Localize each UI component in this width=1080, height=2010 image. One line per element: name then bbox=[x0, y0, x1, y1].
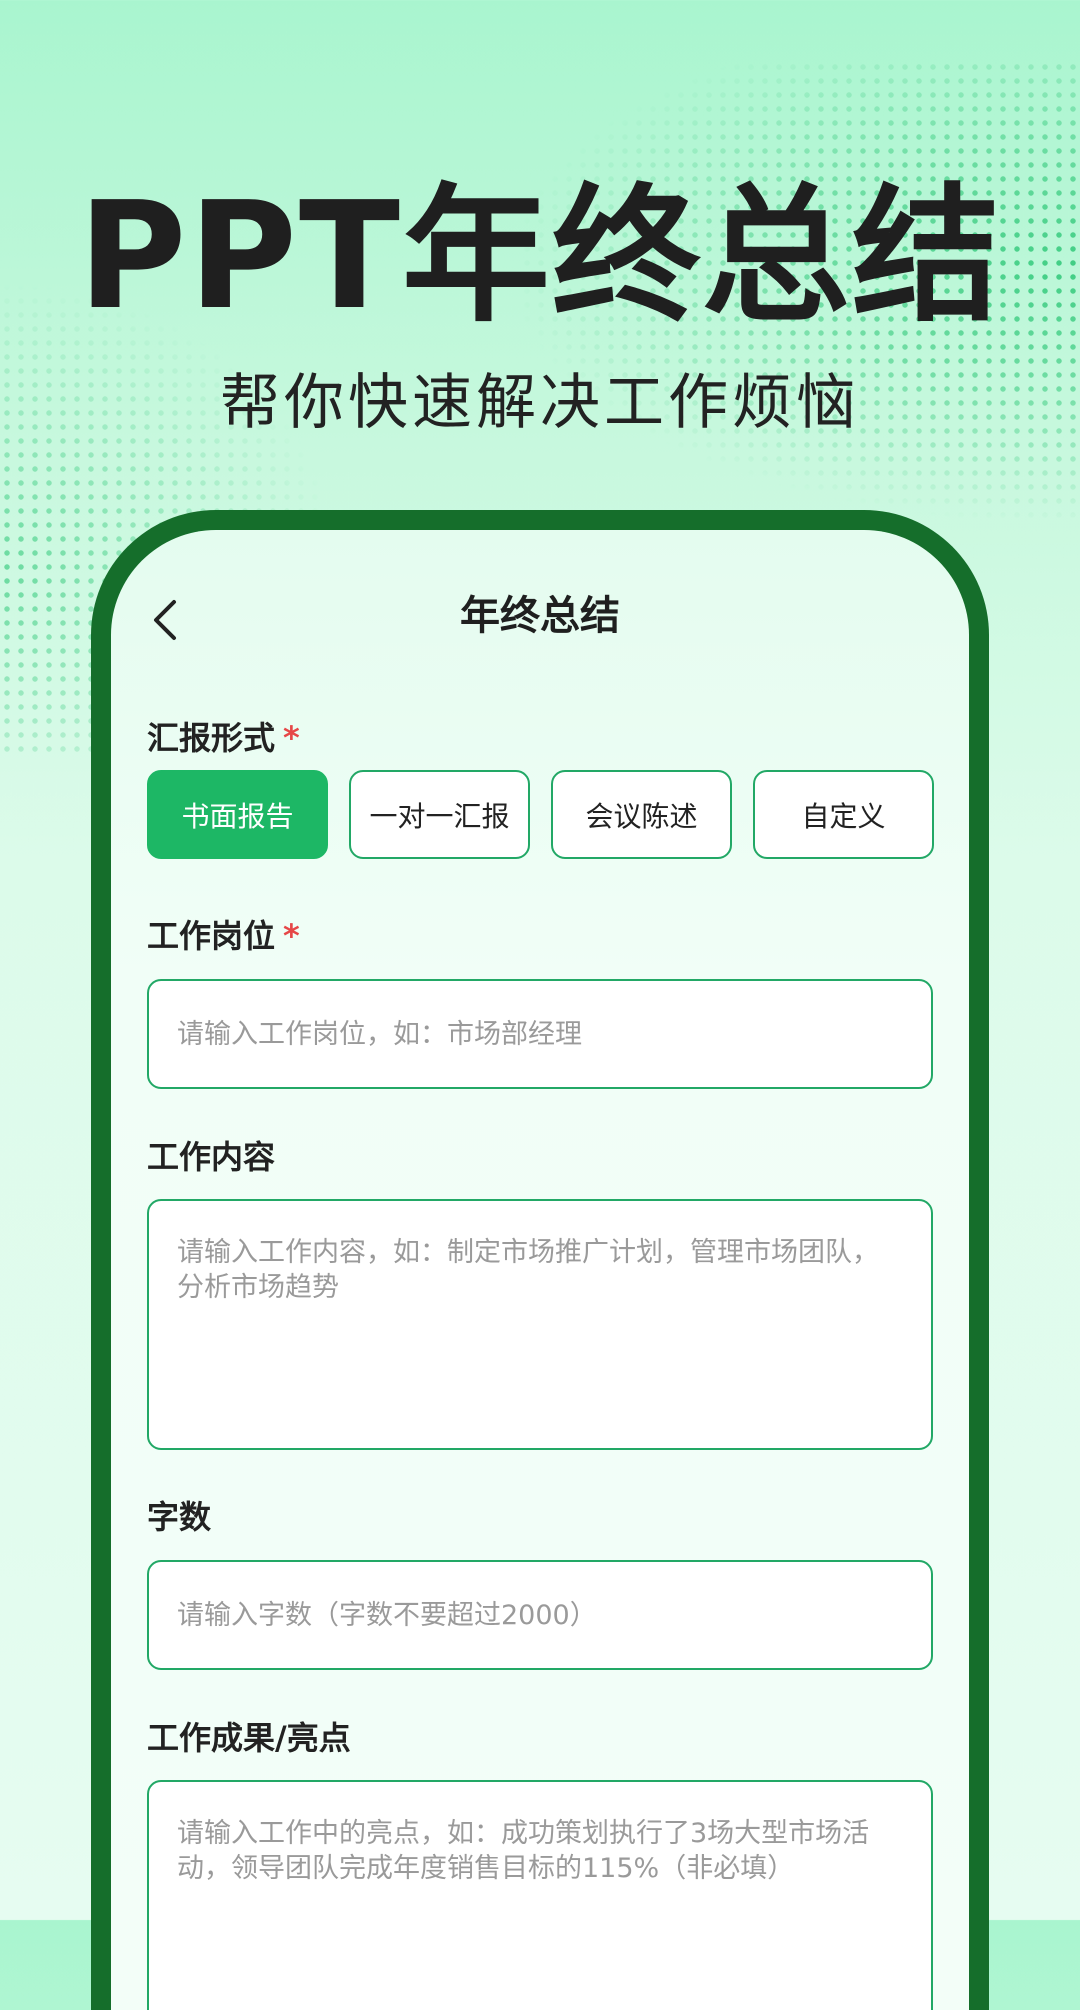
hero-title: PPT年终总结 bbox=[78, 170, 1002, 342]
work-content-placeholder: 请输入工作内容，如：制定市场推广计划，管理市场团队，分析市场趋势 bbox=[177, 1237, 879, 1303]
achievements-label: 工作成果/亮点 bbox=[147, 1719, 351, 1757]
hero-subtitle: 帮你快速解决工作烦恼 bbox=[220, 368, 860, 438]
achievements-placeholder: 请输入工作中的亮点，如：成功策划执行了3场大型市场活动，领导团队完成年度销售目标… bbox=[177, 1818, 870, 1884]
word-count-label: 字数 bbox=[147, 1498, 212, 1536]
achievements-textarea[interactable]: 请输入工作中的亮点，如：成功策划执行了3场大型市场活动，领导团队完成年度销售目标… bbox=[147, 1780, 933, 2010]
work-content-label: 工作内容 bbox=[147, 1138, 276, 1176]
required-mark: * bbox=[283, 719, 300, 757]
option-custom[interactable]: 自定义 bbox=[753, 770, 934, 859]
job-position-placeholder: 请输入工作岗位，如：市场部经理 bbox=[177, 1018, 582, 1050]
phone-mockup: 年终总结 汇报形式 * 书面报告 一对一汇报 会议陈述 自定义 工作岗位 * 请输入… bbox=[91, 510, 989, 2010]
page-title: 年终总结 bbox=[460, 593, 620, 639]
job-position-input[interactable]: 请输入工作岗位，如：市场部经理 bbox=[147, 979, 933, 1089]
required-mark: * bbox=[283, 917, 300, 955]
work-content-textarea[interactable]: 请输入工作内容，如：制定市场推广计划，管理市场团队，分析市场趋势 bbox=[147, 1199, 933, 1450]
job-position-label: 工作岗位 * bbox=[147, 917, 300, 955]
option-written-report[interactable]: 书面报告 bbox=[147, 770, 328, 859]
word-count-input[interactable]: 请输入字数（字数不要超过2000） bbox=[147, 1560, 933, 1670]
word-count-placeholder: 请输入字数（字数不要超过2000） bbox=[177, 1599, 597, 1631]
report-format-label: 汇报形式 * bbox=[147, 719, 300, 757]
option-one-on-one[interactable]: 一对一汇报 bbox=[349, 770, 530, 859]
option-meeting[interactable]: 会议陈述 bbox=[551, 770, 732, 859]
